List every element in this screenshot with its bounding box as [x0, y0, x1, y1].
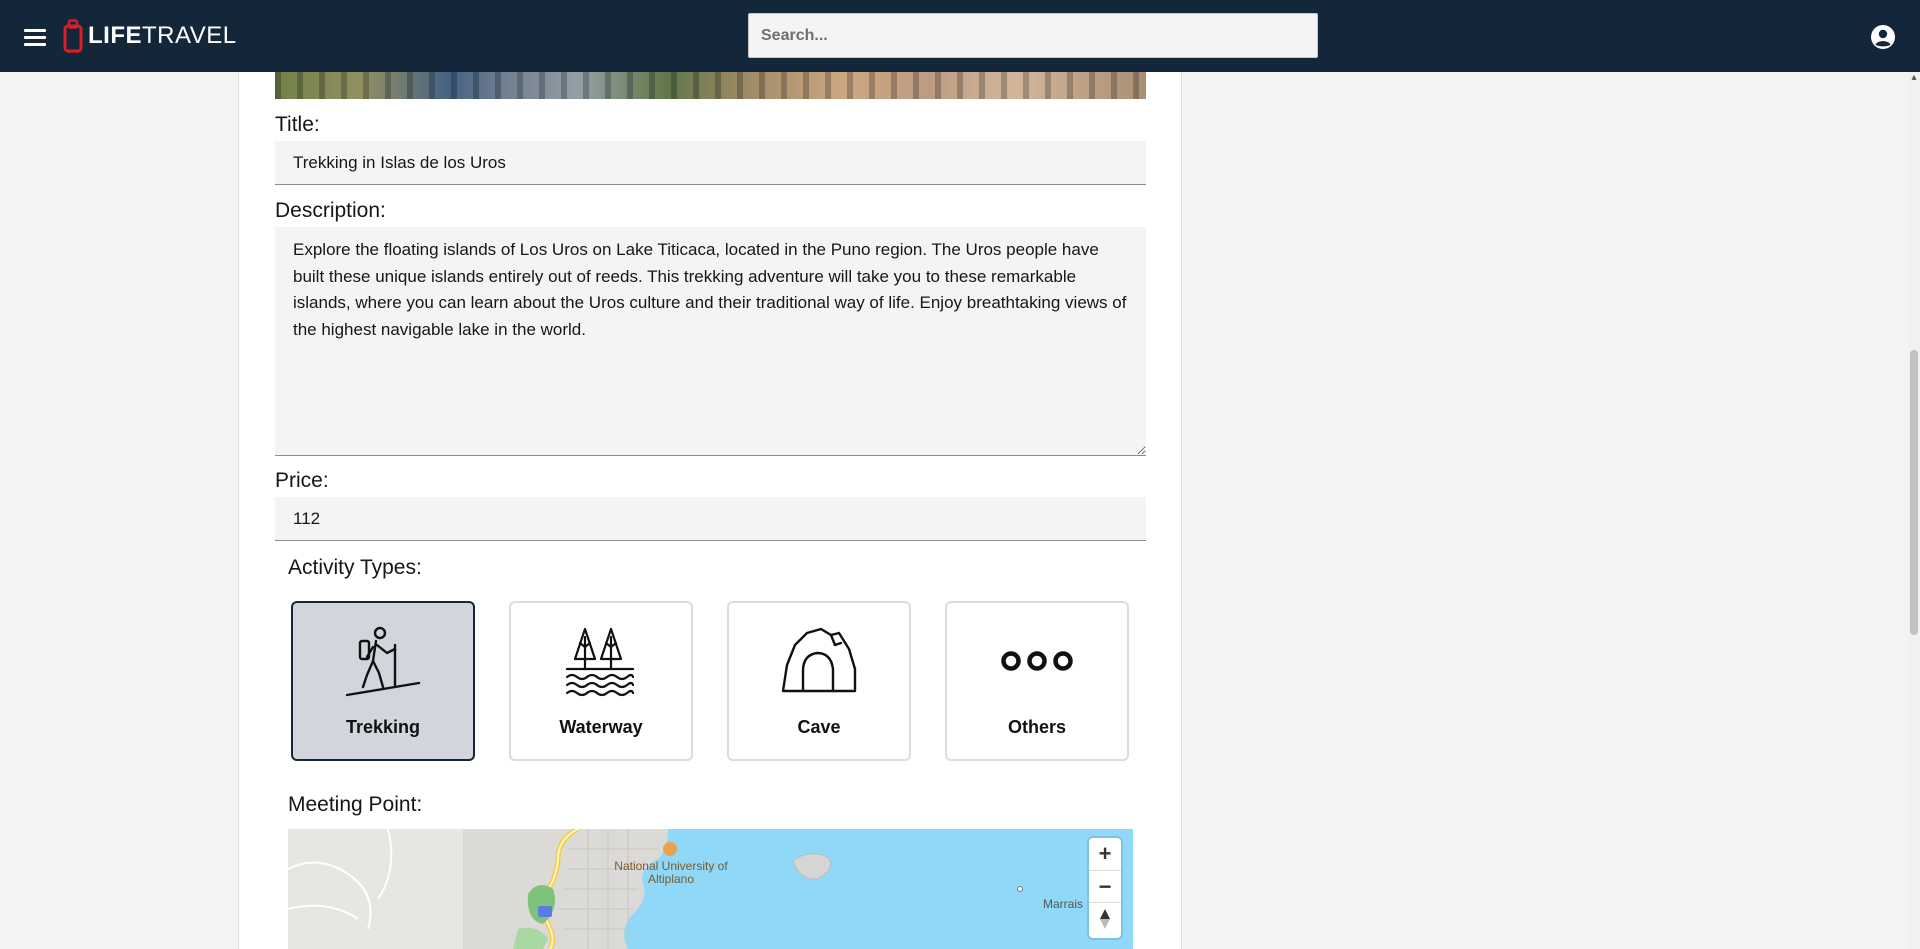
three-circles-icon — [1001, 651, 1073, 671]
app-logo[interactable]: LIFETRAVEL — [62, 18, 237, 54]
brand-name: LIFETRAVEL — [88, 22, 237, 49]
user-account-icon[interactable] — [1870, 24, 1896, 50]
activity-type-trekking[interactable]: Trekking — [291, 601, 475, 761]
luggage-logo-icon — [63, 19, 83, 53]
description-label: Description: — [275, 199, 386, 222]
activity-type-others[interactable]: Others — [945, 601, 1129, 761]
cave-icon — [781, 627, 857, 693]
right-side-panel — [1182, 72, 1908, 949]
activity-type-label: Trekking — [345, 717, 421, 737]
activity-type-label: Cave — [797, 717, 841, 737]
description-field[interactable]: Explore the floating islands of Los Uros… — [275, 227, 1146, 456]
trees-water-icon — [565, 627, 635, 697]
compass-icon — [1100, 909, 1110, 929]
price-label: Price: — [275, 469, 329, 492]
map-zoom-controls: + − — [1089, 838, 1121, 938]
meeting-point-label: Meeting Point: — [288, 793, 423, 816]
map-tiles — [288, 829, 1133, 949]
scrollbar-thumb[interactable] — [1910, 350, 1918, 635]
search-input[interactable] — [748, 13, 1318, 58]
activity-type-label: Others — [1007, 717, 1067, 737]
activity-type-waterway[interactable]: Waterway — [509, 601, 693, 761]
zoom-in-button[interactable]: + — [1089, 838, 1121, 870]
meeting-point-map[interactable]: National University of Altiplano Marrais — [288, 829, 1133, 949]
compass-reset-button[interactable] — [1089, 902, 1121, 935]
top-navigation-bar: LIFETRAVEL — [0, 0, 1920, 72]
scroll-up-arrow-icon[interactable]: ▴ — [1910, 73, 1918, 83]
price-field[interactable] — [275, 497, 1146, 541]
title-label: Title: — [275, 113, 320, 136]
activity-type-cave[interactable]: Cave — [727, 601, 911, 761]
activity-types-label: Activity Types: — [288, 556, 422, 579]
map-label-university: National University of Altiplano — [614, 859, 728, 886]
hiker-icon — [345, 626, 421, 697]
hamburger-menu-icon[interactable] — [20, 22, 50, 52]
activity-cover-image — [275, 72, 1146, 99]
title-field[interactable] — [275, 141, 1146, 185]
zoom-out-button[interactable]: − — [1089, 870, 1121, 903]
map-label-place: Marrais — [1043, 897, 1084, 911]
activity-type-label: Waterway — [559, 717, 643, 737]
